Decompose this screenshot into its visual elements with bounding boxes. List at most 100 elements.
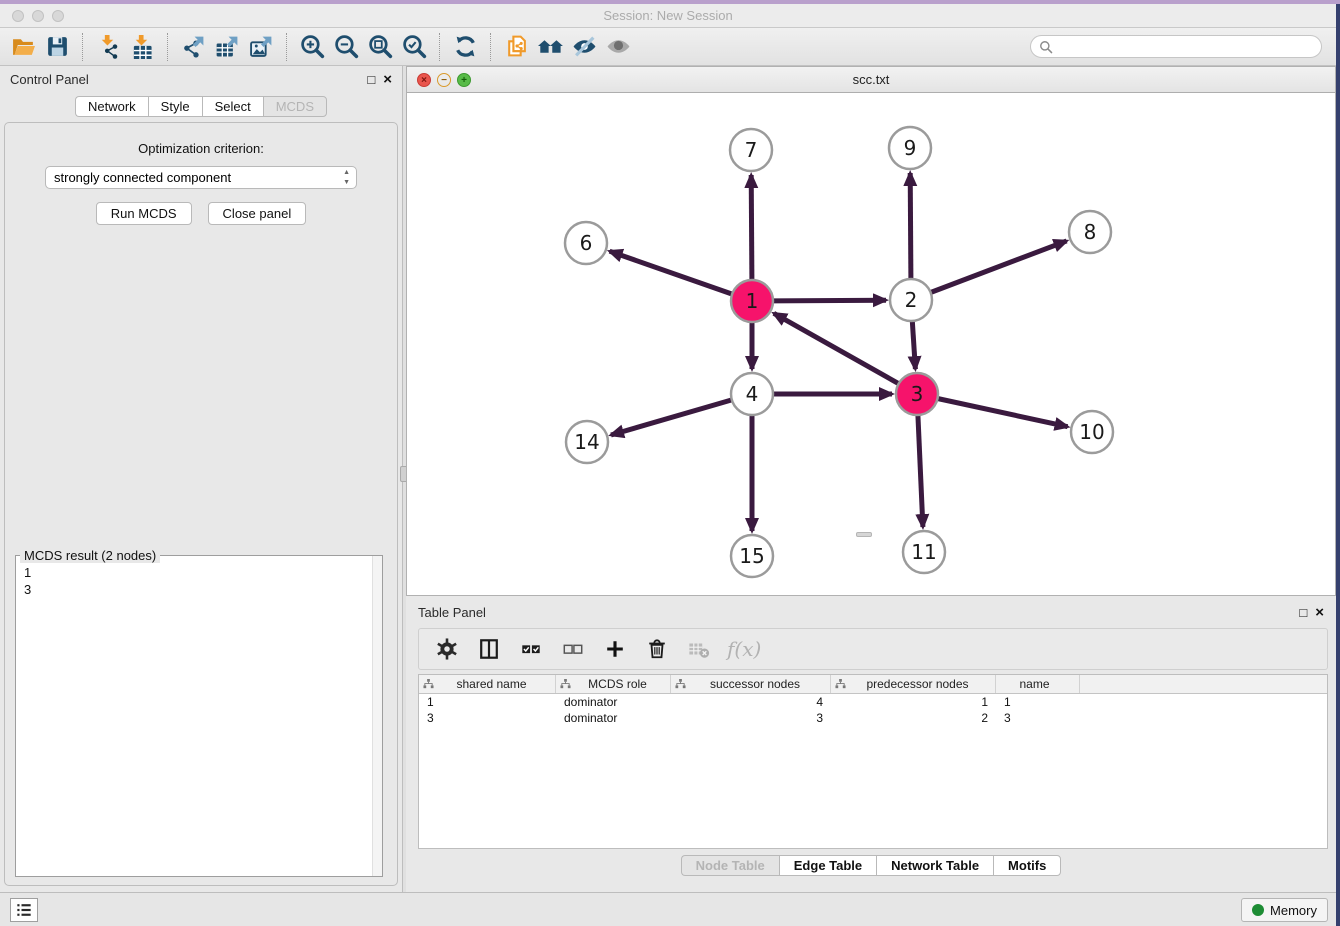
edge-4-14[interactable]: [611, 400, 732, 435]
edge-1-2[interactable]: [773, 300, 886, 301]
deselect-all-button[interactable]: [559, 633, 587, 665]
graph-node-1[interactable]: 1: [731, 280, 773, 322]
toolbar-separator: [82, 33, 83, 61]
table-panel-close-icon[interactable]: ×: [1315, 605, 1324, 620]
open-file-button[interactable]: [6, 31, 40, 63]
export-network-button[interactable]: [176, 31, 210, 63]
network-maximize-icon[interactable]: +: [457, 73, 471, 87]
table-panel: Table Panel □ × f(x) shared nameMCDS rol…: [406, 600, 1336, 892]
zoom-selected-icon: [402, 34, 427, 59]
function-builder-icon: f(x): [727, 637, 761, 661]
zoom-out-button[interactable]: [329, 31, 363, 63]
edge-2-9[interactable]: [910, 173, 911, 279]
network-canvas[interactable]: 7 9 6 8 1 2 4 3 14 10 15 11: [408, 94, 1334, 595]
optimization-criterion-select[interactable]: strongly connected component ▲▼: [45, 166, 357, 189]
export-image-button[interactable]: [244, 31, 278, 63]
table-panel-float-icon[interactable]: □: [1299, 606, 1307, 619]
import-network-button[interactable]: [91, 31, 125, 63]
main-toolbar: [0, 28, 1336, 66]
network-close-icon[interactable]: ×: [417, 73, 431, 87]
import-table-button[interactable]: [125, 31, 159, 63]
close-panel-button[interactable]: Close panel: [208, 202, 307, 225]
result-scrollbar[interactable]: [372, 556, 382, 876]
delete-table-button: [685, 633, 713, 665]
export-table-button[interactable]: [210, 31, 244, 63]
table-tabs: Node TableEdge TableNetwork TableMotifs: [406, 855, 1336, 876]
tab-node-table[interactable]: Node Table: [681, 855, 779, 876]
network-graph[interactable]: 7 9 6 8 1 2 4 3 14 10 15 11: [408, 94, 1334, 595]
run-mcds-button[interactable]: Run MCDS: [96, 202, 192, 225]
zoom-in-button[interactable]: [295, 31, 329, 63]
control-panel-close-icon[interactable]: ×: [383, 72, 392, 87]
task-history-button[interactable]: [10, 898, 38, 922]
control-panel-tabs: NetworkStyleSelectMCDS: [0, 96, 402, 117]
edge-1-6[interactable]: [610, 251, 733, 294]
first-neighbors-button[interactable]: [533, 31, 567, 63]
column-label: shared name: [434, 677, 555, 691]
minimize-window-icon[interactable]: [32, 10, 44, 22]
table-row[interactable]: 1dominator411: [419, 694, 1327, 710]
save-session-icon: [45, 34, 70, 59]
column-header-successor-nodes[interactable]: successor nodes: [671, 675, 831, 693]
zoom-fit-button[interactable]: [363, 31, 397, 63]
maximize-window-icon[interactable]: [52, 10, 64, 22]
memory-button[interactable]: Memory: [1241, 898, 1328, 922]
edge-2-8[interactable]: [931, 241, 1067, 293]
tab-select[interactable]: Select: [202, 96, 263, 117]
zoom-in-icon: [300, 34, 325, 59]
edge-3-1[interactable]: [774, 313, 899, 383]
refresh-layout-button[interactable]: [448, 31, 482, 63]
edge-2-3[interactable]: [912, 321, 915, 369]
column-header-MCDS-role[interactable]: MCDS role: [556, 675, 671, 693]
graph-node-4[interactable]: 4: [731, 373, 773, 415]
network-window: × − + scc.txt 7 9 6 8 1 2 4 3 14 10 15 11: [406, 66, 1336, 596]
tab-network-table[interactable]: Network Table: [876, 855, 993, 876]
network-title: scc.txt: [407, 67, 1335, 93]
hide-selected-button[interactable]: [567, 31, 601, 63]
network-minimize-icon[interactable]: −: [437, 73, 451, 87]
zoom-selected-button[interactable]: [397, 31, 431, 63]
edge-3-11[interactable]: [918, 415, 923, 527]
graph-node-15[interactable]: 15: [731, 535, 773, 577]
show-all-button[interactable]: [601, 31, 635, 63]
graph-node-9[interactable]: 9: [889, 127, 931, 169]
svg-text:7: 7: [745, 138, 758, 162]
edge-3-10[interactable]: [938, 399, 1068, 427]
select-all-button[interactable]: [517, 633, 545, 665]
graph-node-8[interactable]: 8: [1069, 211, 1111, 253]
tab-edge-table[interactable]: Edge Table: [779, 855, 876, 876]
control-panel-float-icon[interactable]: □: [367, 73, 375, 86]
column-header-name[interactable]: name: [996, 675, 1080, 693]
svg-text:9: 9: [904, 136, 917, 160]
save-session-button[interactable]: [40, 31, 74, 63]
toolbar-separator: [490, 33, 491, 61]
close-window-icon[interactable]: [12, 10, 24, 22]
graph-node-11[interactable]: 11: [903, 531, 945, 573]
mcds-result-list[interactable]: 1 3: [24, 564, 370, 874]
delete-column-button[interactable]: [643, 633, 671, 665]
graph-node-7[interactable]: 7: [730, 129, 772, 171]
gear-button[interactable]: [433, 633, 461, 665]
edge-1-7[interactable]: [751, 175, 752, 280]
columns-button[interactable]: [475, 633, 503, 665]
graph-node-2[interactable]: 2: [890, 279, 932, 321]
column-header-shared-name[interactable]: shared name: [419, 675, 556, 693]
column-header-predecessor-nodes[interactable]: predecessor nodes: [831, 675, 996, 693]
search-box[interactable]: [1030, 35, 1322, 58]
graph-node-10[interactable]: 10: [1071, 411, 1113, 453]
window-title: Session: New Session: [0, 4, 1336, 28]
graph-node-3[interactable]: 3: [896, 373, 938, 415]
graph-node-6[interactable]: 6: [565, 222, 607, 264]
new-network-from-selection-button[interactable]: [499, 31, 533, 63]
tab-motifs[interactable]: Motifs: [993, 855, 1061, 876]
search-input[interactable]: [1053, 40, 1303, 54]
tab-mcds[interactable]: MCDS: [263, 96, 327, 117]
tab-network[interactable]: Network: [75, 96, 148, 117]
network-table-splitter-grip[interactable]: [856, 532, 872, 537]
add-column-button[interactable]: [601, 633, 629, 665]
search-icon: [1039, 40, 1053, 54]
table-panel-title: Table Panel: [418, 605, 1299, 620]
table-row[interactable]: 3dominator323: [419, 710, 1327, 726]
graph-node-14[interactable]: 14: [566, 421, 608, 463]
tab-style[interactable]: Style: [148, 96, 202, 117]
